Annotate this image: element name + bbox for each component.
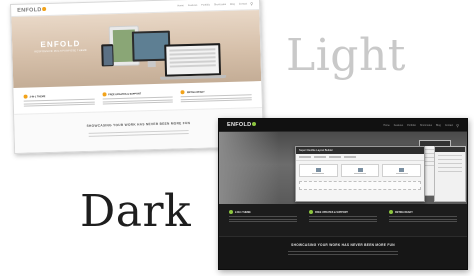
search-icon[interactable]: ⚲	[456, 123, 459, 128]
dark-feature-title: RETINA READY	[395, 210, 413, 214]
dark-nav-item[interactable]: Portfolio	[407, 124, 416, 127]
light-feature: 2-IN-1 THEME	[23, 93, 95, 110]
light-logo-text: ENFOLD	[17, 6, 42, 14]
dark-theme-screenshot: ENFOLD Home Features Portfolio Shortcode…	[218, 118, 468, 270]
dark-feature: 2-IN-1 THEME	[229, 210, 297, 233]
light-nav-item[interactable]: Shortcodes	[214, 3, 226, 6]
light-hero-subtitle: RESPONSIVE MULTIPURPOSE THEME	[34, 48, 87, 54]
dark-feature-title: 2-IN-1 THEME	[235, 210, 251, 214]
dark-features: 2-IN-1 THEME FREE UPDATES & SUPPORT RETI…	[219, 204, 467, 236]
dark-nav-item[interactable]: Shortcodes	[420, 124, 432, 127]
light-nav-item[interactable]: Home	[177, 4, 183, 7]
circle-icon	[102, 92, 107, 97]
dark-builder-panel	[434, 146, 466, 202]
dark-hero: Super Flexible Layout Builder	[219, 132, 467, 204]
circle-icon	[23, 94, 28, 99]
dark-feature: FREE UPDATES & SUPPORT	[309, 210, 377, 233]
light-feature-title: RETINA READY	[186, 90, 205, 94]
logo-dot-icon	[252, 122, 257, 126]
light-feature: RETINA READY	[180, 88, 252, 105]
logo-dot-icon	[42, 6, 47, 11]
light-nav-item[interactable]: Blog	[230, 3, 235, 6]
dark-feature: RETINA READY	[389, 210, 457, 233]
dark-nav-item[interactable]: Contact	[445, 124, 453, 127]
light-hero: ENFOLD RESPONSIVE MULTIPURPOSE THEME	[11, 10, 262, 88]
dark-nav: Home Features Portfolio Shortcodes Blog …	[383, 124, 453, 127]
light-nav-item[interactable]: Features	[188, 4, 198, 7]
light-feature-title: FREE UPDATES & SUPPORT	[108, 91, 142, 96]
builder-element	[382, 164, 422, 177]
dark-label: Dark	[80, 186, 192, 237]
light-nav: Home Features Portfolio Shortcodes Blog …	[177, 2, 247, 7]
dark-logo-text: ENFOLD	[227, 122, 252, 128]
dark-showcase-title: SHOWCASING YOUR WORK HAS NEVER BEEN MORE…	[291, 243, 395, 247]
circle-icon	[309, 210, 313, 214]
circle-icon	[389, 210, 393, 214]
light-hero-title: ENFOLD	[40, 39, 81, 50]
phone-device-image	[101, 44, 114, 67]
dark-nav-item[interactable]: Features	[394, 124, 403, 127]
layout-builder-window: Super Flexible Layout Builder	[295, 146, 425, 202]
search-icon[interactable]: ⚲	[250, 1, 253, 6]
dark-showcase: SHOWCASING YOUR WORK HAS NEVER BEEN MORE…	[219, 236, 467, 269]
builder-element	[299, 164, 338, 177]
dark-nav-item[interactable]: Home	[383, 124, 389, 127]
dark-showcase-text	[288, 251, 398, 255]
dark-nav-item[interactable]: Blog	[436, 124, 441, 127]
light-hero-text: ENFOLD RESPONSIVE MULTIPURPOSE THEME	[34, 39, 87, 53]
builder-label: Super Flexible Layout Builder	[299, 149, 333, 152]
builder-element	[340, 164, 380, 177]
light-logo[interactable]: ENFOLD	[17, 6, 47, 13]
light-showcase-text	[88, 130, 189, 137]
light-nav-item[interactable]: Contact	[239, 2, 247, 5]
builder-drop-row	[299, 181, 421, 190]
dark-header: ENFOLD Home Features Portfolio Shortcode…	[219, 119, 467, 132]
circle-icon	[229, 210, 233, 214]
dark-feature-title: FREE UPDATES & SUPPORT	[315, 210, 348, 214]
dark-logo[interactable]: ENFOLD	[227, 122, 257, 128]
light-feature: FREE UPDATES & SUPPORT	[102, 90, 174, 107]
light-feature-title: 2-IN-1 THEME	[29, 94, 46, 98]
circle-icon	[180, 90, 185, 95]
light-nav-item[interactable]: Portfolio	[201, 3, 210, 6]
light-label: Light	[286, 30, 406, 81]
laptop-device-image	[160, 43, 227, 80]
